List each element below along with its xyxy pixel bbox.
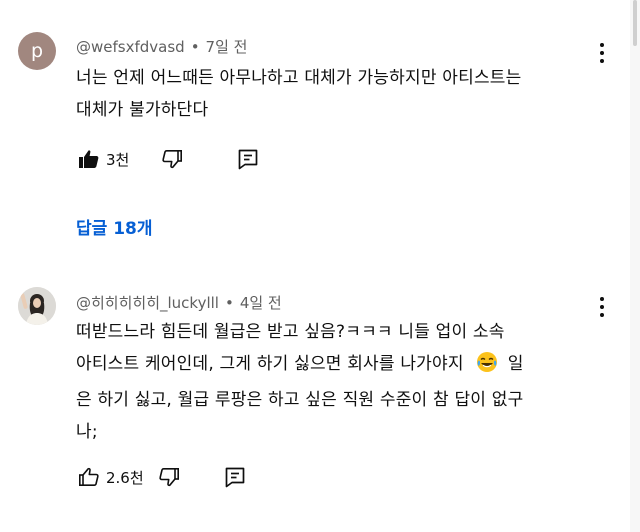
comment-line-with-emoji: 아티스트 케어인데, 그게 하기 싫으면 회사를 나가야지 일 (76, 348, 596, 384)
comment-header: @히히히히히_luckylll • 4일 전 (76, 292, 282, 313)
face-with-tears-of-joy-icon (476, 351, 498, 384)
comment-line: 은 하기 싫고, 월급 루팡은 하고 싶은 직원 수준이 참 답이 없구 (76, 390, 524, 410)
separator-dot: • (190, 38, 200, 56)
separator-dot: • (224, 294, 234, 312)
thumbs-up-filled-icon (79, 150, 99, 168)
comment-header: @wefsxfdvasd • 7일 전 (76, 36, 247, 57)
like-count: 3천 (106, 150, 130, 169)
reply-button[interactable] (235, 146, 261, 172)
comment-line: 나; (76, 422, 98, 442)
comment-line: 떠받드느라 힘든데 월급은 받고 싶음?ㅋㅋㅋ 니들 업이 소속 (76, 322, 505, 342)
comment-actions: 2.6천 (76, 462, 248, 492)
comment-actions: 3천 (76, 144, 261, 174)
thumbs-down-icon (162, 150, 183, 169)
view-replies-link[interactable]: 답글 18개 (76, 214, 153, 239)
timestamp[interactable]: 7일 전 (206, 38, 248, 56)
dislike-button[interactable] (159, 146, 185, 172)
avatar-letter: p (30, 40, 44, 62)
like-count: 2.6천 (106, 468, 144, 487)
scrollbar[interactable] (630, 0, 640, 532)
comment-reply-icon (238, 149, 258, 170)
like-button[interactable] (76, 464, 102, 490)
comment-text: 떠받드느라 힘든데 월급은 받고 싶음?ㅋㅋㅋ 니들 업이 소속 아티스트 케어… (76, 316, 596, 448)
comment-line: 아티스트 케어인데, 그게 하기 싫으면 회사를 나가야지 (76, 354, 464, 374)
comment-line: 대체가 불가하단다 (76, 100, 209, 120)
author-name[interactable]: @wefsxfdvasd (76, 38, 185, 56)
reply-button[interactable] (222, 464, 248, 490)
author-name[interactable]: @히히히히히_luckylll (76, 294, 219, 312)
thumbs-down-icon (158, 468, 179, 487)
timestamp[interactable]: 4일 전 (240, 294, 282, 312)
comment-reply-icon (225, 467, 245, 488)
avatar[interactable]: p (18, 32, 56, 70)
avatar[interactable] (18, 287, 56, 325)
comment-line-tail: 일 (507, 354, 524, 374)
scrollbar-thumb[interactable] (633, 0, 637, 46)
user-photo-avatar-icon (18, 287, 56, 325)
like-button[interactable] (76, 146, 102, 172)
comment-text: 너는 언제 어느때든 아무나하고 대체가 가능하지만 아티스트는 대체가 불가하… (76, 62, 596, 126)
comment-line: 너는 언제 어느때든 아무나하고 대체가 가능하지만 아티스트는 (76, 68, 522, 88)
dislike-button[interactable] (156, 464, 182, 490)
thumbs-up-icon (78, 467, 99, 486)
